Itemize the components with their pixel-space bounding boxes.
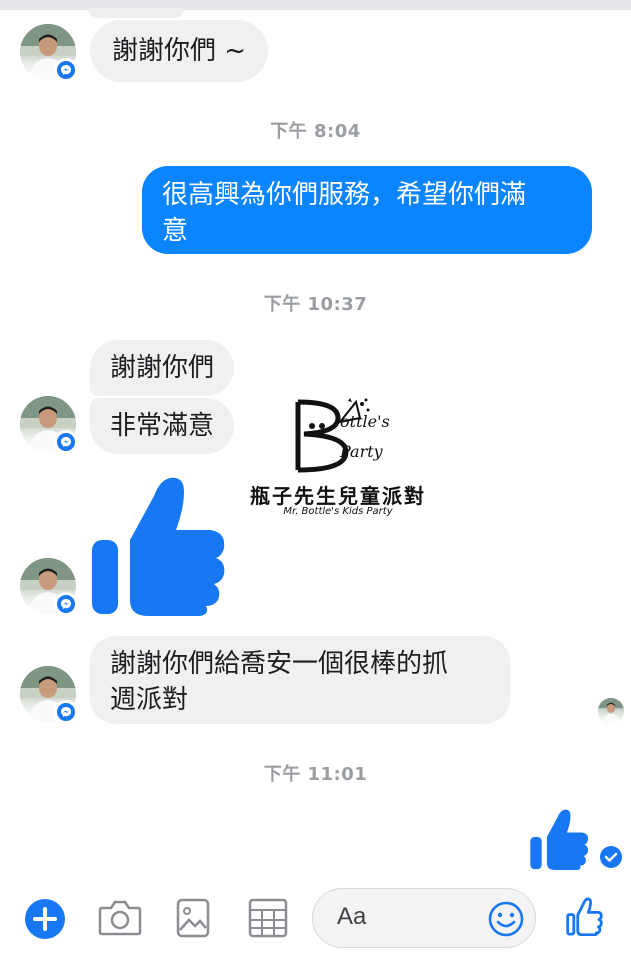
message-bubble-outgoing[interactable]: 很高興為你們服務，希望你們滿 意 bbox=[142, 166, 592, 254]
logo-confetti-icon bbox=[295, 398, 370, 473]
contact-avatar[interactable] bbox=[20, 396, 78, 454]
message-input-placeholder: Aa bbox=[337, 903, 367, 930]
message-composer: Aa bbox=[0, 878, 631, 960]
message-bubble-incoming[interactable]: 謝謝你們 bbox=[90, 340, 235, 396]
messenger-badge-icon bbox=[54, 700, 78, 724]
message-text: 謝謝你們 bbox=[110, 353, 215, 383]
timestamp: 下午 8:04 bbox=[270, 121, 361, 142]
timestamp: 下午 11:01 bbox=[263, 764, 368, 785]
message-bubble-incoming[interactable]: 謝謝你們 ~ bbox=[90, 20, 269, 82]
sent-check-icon bbox=[600, 846, 622, 868]
read-receipt-avatar bbox=[598, 698, 624, 724]
like-icon[interactable] bbox=[566, 896, 604, 936]
logo-chinese-name: 瓶子先生兒童派對 bbox=[250, 484, 426, 508]
timestamp: 下午 10:37 bbox=[263, 294, 368, 315]
emoji-icon[interactable] bbox=[487, 900, 525, 938]
thumbs-up-sent-icon[interactable] bbox=[530, 808, 590, 870]
logo-english-name: Mr. Bottle's Kids Party bbox=[283, 506, 393, 517]
message-text: 謝謝你們 ~ bbox=[112, 36, 247, 66]
message-text-line: 週派對 bbox=[110, 685, 189, 715]
message-bubble-incoming[interactable]: 謝謝你們給喬安一個很棒的抓 週派對 bbox=[90, 636, 510, 724]
sticker-grid-icon[interactable] bbox=[248, 898, 288, 938]
previous-bubble-tail bbox=[88, 8, 184, 18]
logo-bottle-text: ottle's bbox=[340, 412, 390, 431]
plus-icon[interactable] bbox=[24, 898, 66, 940]
messenger-badge-icon bbox=[54, 592, 78, 616]
message-text-line: 意 bbox=[162, 216, 189, 246]
thumbs-up-sticker-icon[interactable] bbox=[92, 474, 228, 616]
logo-party-text: Party bbox=[340, 442, 383, 461]
message-input[interactable]: Aa bbox=[312, 888, 536, 948]
camera-icon[interactable] bbox=[98, 898, 142, 938]
watermark-logo: ottle's Party 瓶子先生兒童派對 Mr. Bottle's Kids… bbox=[250, 392, 426, 522]
message-text-line: 很高興為你們服務，希望你們滿 bbox=[162, 180, 527, 210]
contact-avatar[interactable] bbox=[20, 558, 78, 616]
contact-avatar[interactable] bbox=[20, 24, 78, 82]
gallery-icon[interactable] bbox=[176, 898, 210, 938]
message-text-line: 謝謝你們給喬安一個很棒的抓 bbox=[110, 649, 449, 679]
message-text: 非常滿意 bbox=[110, 411, 215, 441]
message-bubble-incoming[interactable]: 非常滿意 bbox=[90, 398, 235, 454]
messenger-badge-icon bbox=[54, 58, 78, 82]
contact-avatar[interactable] bbox=[20, 666, 78, 724]
messenger-badge-icon bbox=[54, 430, 78, 454]
